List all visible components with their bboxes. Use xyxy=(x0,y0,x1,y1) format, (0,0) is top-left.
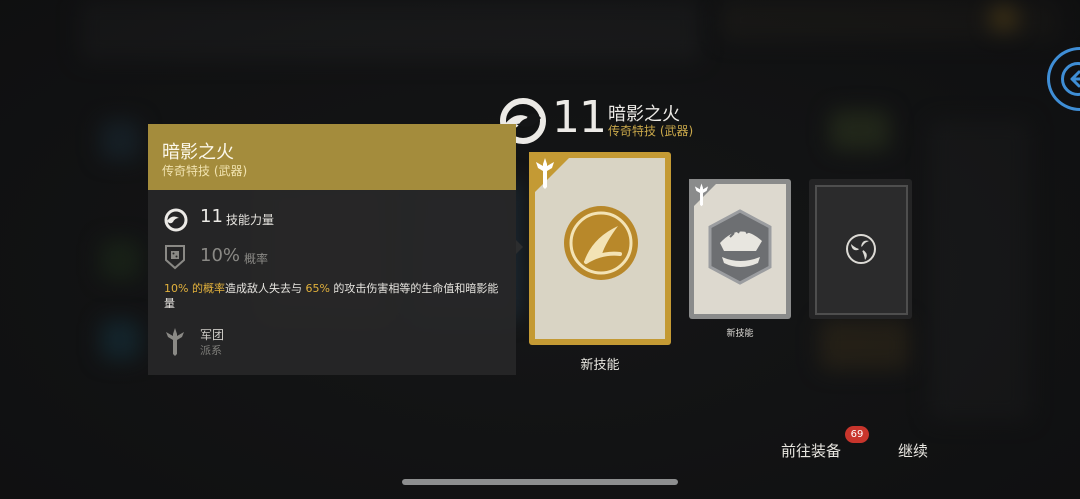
stat-power-label: 技能力量 xyxy=(226,213,275,227)
go-to-equip-button[interactable]: 前往装备 xyxy=(781,440,841,461)
triskelion-icon xyxy=(846,234,876,264)
second-card-label: 新技能 xyxy=(726,329,754,339)
stat-chance-value: 10% xyxy=(200,245,241,266)
armor-crest-icon xyxy=(708,209,772,285)
desc-damage-highlight: 65% xyxy=(305,282,330,295)
legion-sword-icon xyxy=(694,183,709,207)
faction-label: 派系 xyxy=(200,344,222,357)
skill-card-locked[interactable] xyxy=(809,179,912,319)
continue-button[interactable]: 继续 xyxy=(898,440,928,461)
skill-level: 11 xyxy=(552,92,607,143)
skill-swirl-icon xyxy=(164,208,188,232)
tooltip-pointer xyxy=(516,240,523,254)
desc-text: 造成敌人失去与 xyxy=(224,282,306,295)
skill-card-main[interactable] xyxy=(529,152,671,345)
skill-card-second[interactable] xyxy=(689,179,791,319)
skill-subtitle: 传奇特技 (武器) xyxy=(608,124,694,138)
legion-sword-icon xyxy=(166,328,184,356)
tooltip-title: 暗影之火 xyxy=(162,142,234,163)
back-arrow-icon xyxy=(1070,70,1080,88)
faction-name: 军团 xyxy=(200,328,225,342)
main-card-label: 新技能 xyxy=(580,358,620,373)
stat-chance-label: 概率 xyxy=(244,252,269,266)
tooltip-subtitle: 传奇特技 (武器) xyxy=(162,164,248,178)
shadowfire-blade-icon xyxy=(564,206,638,280)
desc-chance-highlight: 10% 的概率 xyxy=(164,282,225,295)
skill-tooltip-panel: 暗影之火 传奇特技 (武器) 11 技能力量 10% 概率 10% 的概率造成敌… xyxy=(148,124,516,375)
tooltip-header: 暗影之火 传奇特技 (武器) xyxy=(148,124,516,190)
skill-description: 10% 的概率造成敌人失去与 65% 的攻击伤害相等的生命值和暗影能量 xyxy=(164,281,504,311)
notification-badge: 69 xyxy=(845,426,869,443)
stat-power-value: 11 xyxy=(200,206,223,227)
legion-sword-icon xyxy=(536,158,554,189)
shield-dice-icon xyxy=(165,245,185,270)
home-indicator[interactable] xyxy=(402,479,678,485)
